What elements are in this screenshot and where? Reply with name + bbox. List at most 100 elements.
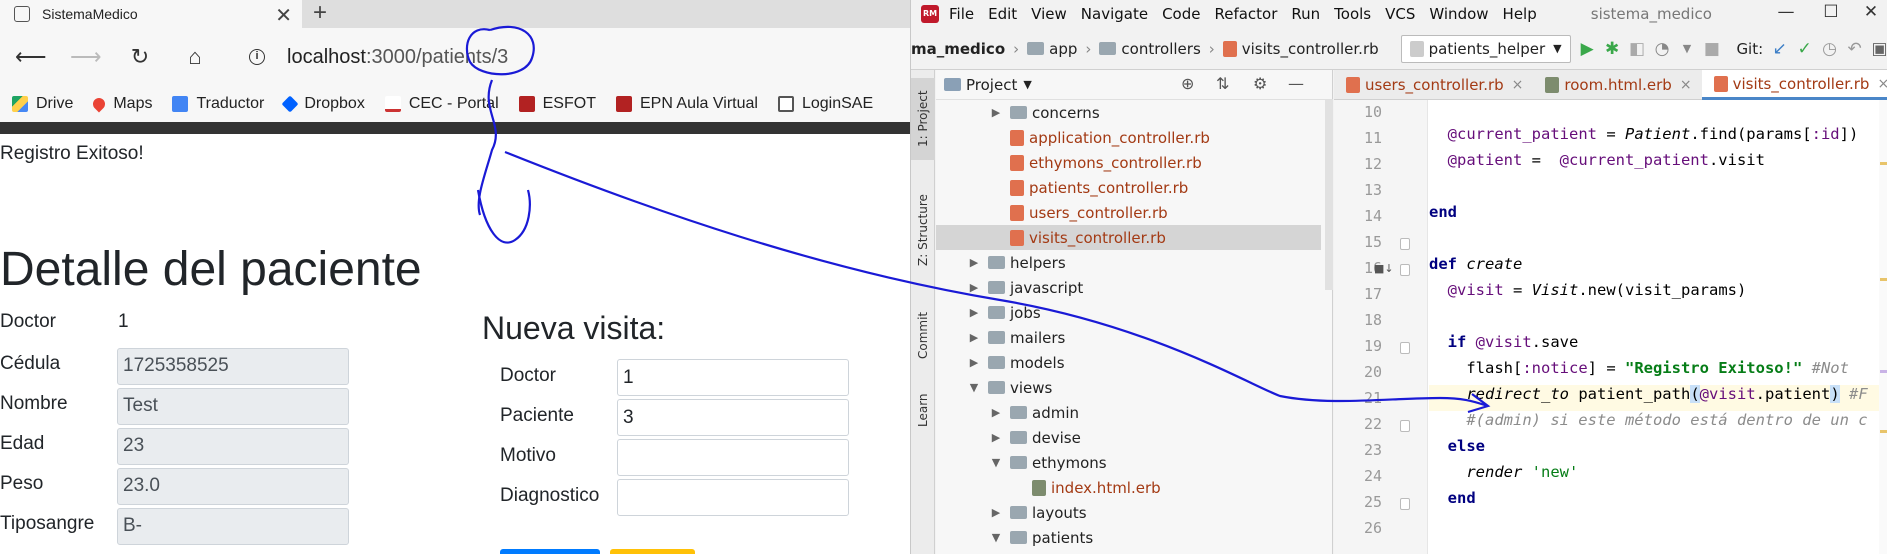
project-structure-icon[interactable]: ▣ xyxy=(1871,38,1887,60)
structure-tool-tab[interactable]: Z: Structure xyxy=(911,180,935,280)
learn-tool-tab[interactable]: Learn xyxy=(911,380,935,440)
menu-refactor[interactable]: Refactor xyxy=(1214,5,1277,23)
menu-run[interactable]: Run xyxy=(1291,5,1320,23)
fold-marker-icon[interactable] xyxy=(1400,498,1410,510)
editor-tab[interactable]: room.html.erb × xyxy=(1533,70,1701,100)
chevron-right-icon[interactable]: ▶ xyxy=(988,431,1004,444)
browser-tab[interactable]: SistemaMedico ✕ xyxy=(0,0,302,28)
tree-item-devise[interactable]: ▶ devise xyxy=(936,425,1321,450)
menu-file[interactable]: File xyxy=(949,5,974,23)
tab-close-icon[interactable]: × xyxy=(1512,77,1524,93)
back-button[interactable] xyxy=(610,549,695,554)
tree-scrollbar[interactable] xyxy=(1325,100,1333,290)
menu-tools[interactable]: Tools xyxy=(1334,5,1371,23)
chevron-down-icon[interactable]: ▼ xyxy=(988,456,1004,469)
hide-panel-icon[interactable]: — xyxy=(1288,74,1304,93)
visit-doctor-input[interactable] xyxy=(617,359,849,396)
coverage-icon[interactable]: ◧ xyxy=(1629,38,1646,60)
breadcrumb-project[interactable]: ma_medico xyxy=(911,40,1005,58)
settings-gear-icon[interactable]: ⚙ xyxy=(1253,74,1267,93)
locate-file-icon[interactable]: ⊕ xyxy=(1181,74,1194,93)
fold-marker-icon[interactable] xyxy=(1400,264,1410,276)
more-run-chevron-icon[interactable]: ▼ xyxy=(1679,38,1696,60)
tab-close-icon[interactable]: × xyxy=(1877,76,1887,92)
run-config-selector[interactable]: patients_helper ▼ xyxy=(1400,34,1571,63)
tree-item-index-html-erb[interactable]: index.html.erb xyxy=(936,475,1321,500)
chevron-right-icon[interactable]: ▶ xyxy=(966,331,982,344)
menu-edit[interactable]: Edit xyxy=(988,5,1017,23)
debug-icon[interactable]: ✱ xyxy=(1604,38,1621,60)
warning-mark[interactable] xyxy=(1880,278,1887,281)
visit-paciente-input[interactable] xyxy=(617,399,849,436)
menu-navigate[interactable]: Navigate xyxy=(1081,5,1148,23)
forward-arrow-icon[interactable]: ⟶ xyxy=(70,42,102,72)
chevron-right-icon[interactable]: ▶ xyxy=(966,306,982,319)
editor-tab-active[interactable]: visits_controller.rb × xyxy=(1701,70,1887,100)
tree-item-jobs[interactable]: ▶ jobs xyxy=(936,300,1321,325)
bookmark-drive[interactable]: Drive xyxy=(12,95,73,113)
commit-tool-tab[interactable]: Commit xyxy=(911,300,935,370)
chevron-right-icon[interactable]: ▶ xyxy=(988,406,1004,419)
bookmark-traductor[interactable]: Traductor xyxy=(172,95,264,113)
refresh-icon[interactable]: ↻ xyxy=(125,42,155,72)
tree-item-layouts[interactable]: ▶ layouts xyxy=(936,500,1321,525)
warning-mark[interactable] xyxy=(1880,430,1887,433)
change-mark[interactable] xyxy=(1880,370,1887,373)
fold-marker-icon[interactable] xyxy=(1400,238,1410,250)
git-history-icon[interactable]: ◷ xyxy=(1821,38,1838,60)
minimize-icon[interactable]: — xyxy=(1771,2,1801,22)
tree-item-patients-controller-rb[interactable]: patients_controller.rb xyxy=(936,175,1321,200)
tree-item-admin[interactable]: ▶ admin xyxy=(936,400,1321,425)
bookmark-dropbox[interactable]: Dropbox xyxy=(281,95,365,113)
bookmark-epn-aula-virtual[interactable]: EPN Aula Virtual xyxy=(615,95,758,113)
tab-close-icon[interactable]: ✕ xyxy=(275,3,292,28)
chevron-right-icon[interactable]: ▶ xyxy=(966,281,982,294)
close-window-icon[interactable]: ✕ xyxy=(1856,2,1886,22)
tree-item-models[interactable]: ▶ models xyxy=(936,350,1321,375)
tree-item-concerns[interactable]: ▶ concerns xyxy=(936,100,1321,125)
git-update-icon[interactable]: ↙ xyxy=(1771,38,1788,60)
tree-item-mailers[interactable]: ▶ mailers xyxy=(936,325,1321,350)
tree-item-helpers[interactable]: ▶ helpers xyxy=(936,250,1321,275)
tree-item-users-controller-rb[interactable]: users_controller.rb xyxy=(936,200,1321,225)
address-bar[interactable]: i localhost:3000/patients/3 xyxy=(231,38,896,76)
breadcrumb-app[interactable]: app xyxy=(1049,40,1077,58)
breadcrumb-controllers[interactable]: controllers xyxy=(1121,40,1200,58)
collapse-all-icon[interactable]: ⇅ xyxy=(1216,74,1229,93)
run-icon[interactable]: ▶ xyxy=(1579,38,1596,60)
chevron-down-icon[interactable]: ▼ xyxy=(1023,78,1031,91)
chevron-down-icon[interactable]: ▼ xyxy=(988,531,1004,544)
tree-item-javascript[interactable]: ▶ javascript xyxy=(936,275,1321,300)
chevron-down-icon[interactable]: ▼ xyxy=(966,381,982,394)
warning-mark[interactable] xyxy=(1880,162,1887,165)
project-tool-tab[interactable]: 1: Project xyxy=(911,78,935,160)
chevron-right-icon[interactable]: ▶ xyxy=(988,106,1004,119)
git-rollback-icon[interactable]: ↶ xyxy=(1846,38,1863,60)
tree-item-ethymons[interactable]: ▼ ethymons xyxy=(936,450,1321,475)
override-marker-icon[interactable]: ■↓ xyxy=(1374,262,1394,275)
submit-button[interactable] xyxy=(500,549,600,554)
error-stripe[interactable] xyxy=(1879,100,1887,554)
stop-icon[interactable]: ■ xyxy=(1703,38,1720,60)
menu-code[interactable]: Code xyxy=(1162,5,1200,23)
bookmark-loginsae[interactable]: LoginSAE xyxy=(777,95,873,113)
bookmark-esfot[interactable]: ESFOT xyxy=(518,95,596,113)
bookmark-maps[interactable]: Maps xyxy=(90,95,152,113)
chevron-right-icon[interactable]: ▶ xyxy=(988,506,1004,519)
maximize-icon[interactable]: ☐ xyxy=(1816,2,1846,22)
visit-motivo-input[interactable] xyxy=(617,439,849,476)
tree-item-visits-controller-rb[interactable]: visits_controller.rb xyxy=(936,225,1321,250)
fold-marker-icon[interactable] xyxy=(1400,342,1410,354)
profile-icon[interactable]: ◔ xyxy=(1654,38,1671,60)
home-icon[interactable]: ⌂ xyxy=(180,42,210,72)
back-arrow-icon[interactable]: ⟵ xyxy=(15,42,47,72)
menu-help[interactable]: Help xyxy=(1503,5,1537,23)
tree-item-application-controller-rb[interactable]: application_controller.rb xyxy=(936,125,1321,150)
fold-marker-icon[interactable] xyxy=(1400,420,1410,432)
chevron-right-icon[interactable]: ▶ xyxy=(966,256,982,269)
breadcrumb-file[interactable]: visits_controller.rb xyxy=(1242,40,1379,58)
editor-gutter[interactable]: 10 11 12 13 14 15 16 17 18 19 20 21 22 23 24 25 26 ■↓ xyxy=(1334,100,1428,554)
tab-close-icon[interactable]: × xyxy=(1680,77,1692,93)
tree-item-views[interactable]: ▼ views xyxy=(936,375,1321,400)
project-panel-title[interactable]: Project xyxy=(966,76,1017,94)
